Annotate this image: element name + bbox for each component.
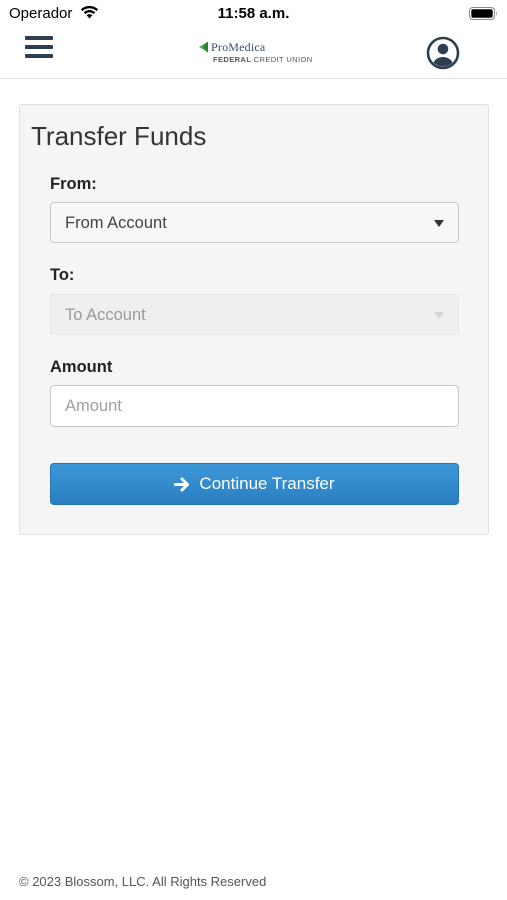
logo-subtitle: FEDERAL CREDIT UNION	[213, 55, 313, 64]
hamburger-menu-icon[interactable]	[25, 36, 53, 60]
footer-copyright: © 2023 Blossom, LLC. All Rights Reserved	[19, 874, 267, 889]
arrow-right-icon	[174, 477, 190, 491]
chevron-down-icon	[434, 220, 444, 227]
chevron-down-icon	[434, 312, 444, 319]
battery-icon	[469, 7, 498, 25]
to-account-select: To Account	[50, 294, 459, 335]
amount-label: Amount	[50, 358, 113, 376]
amount-input[interactable]: Amount	[50, 385, 459, 427]
from-account-value: From Account	[65, 214, 167, 232]
continue-transfer-button[interactable]: Continue Transfer	[50, 463, 459, 505]
logo-mark-icon	[199, 41, 208, 53]
page-title: Transfer Funds	[31, 121, 207, 151]
from-label: From:	[50, 175, 97, 193]
from-account-select[interactable]: From Account	[50, 202, 459, 243]
to-account-value: To Account	[65, 306, 146, 324]
status-time: 11:58 a.m.	[217, 5, 290, 22]
to-label: To:	[50, 266, 75, 284]
top-navbar: ProMedica FEDERAL CREDIT UNION	[0, 28, 507, 79]
promedica-logo: ProMedica FEDERAL CREDIT UNION	[198, 40, 318, 66]
amount-placeholder: Amount	[65, 397, 122, 415]
continue-transfer-label: Continue Transfer	[199, 474, 335, 493]
transfer-funds-card: Transfer Funds From: From Account To: To…	[19, 104, 489, 535]
logo-name: ProMedica	[211, 40, 266, 54]
status-bar: Operador 11:58 a.m.	[0, 0, 507, 28]
user-circle-icon[interactable]	[426, 36, 460, 70]
